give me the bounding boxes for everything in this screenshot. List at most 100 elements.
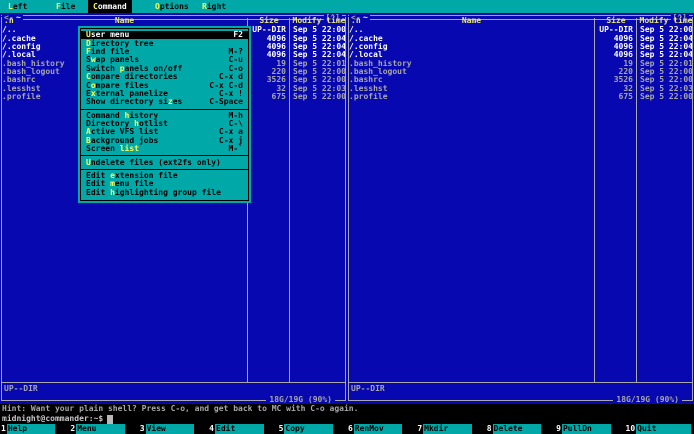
hotkey-letter: z [167,97,173,107]
file-size: 4096 [613,50,633,60]
fkey-label: View [145,424,195,434]
menu-item-show-directory-sizes[interactable]: Show directory sizes C-Space [81,98,248,106]
fkey-6-renmov[interactable]: 6 RenMov [346,424,416,434]
fkey-3-view[interactable]: 3 View [138,424,208,434]
file-row[interactable]: .bash_history 19 Sep 5 22:01 [349,59,692,67]
menubar-item-left[interactable]: Left [3,0,32,13]
file-mtime: Sep 5 22:00 [293,92,345,101]
hotkey-letter: O [155,1,160,11]
file-mtime: Sep 5 22:00 [640,92,692,101]
menubar-item-command[interactable]: Command [88,0,132,13]
file-mtime: Sep 5 22:00 [640,67,692,76]
menu-item-screen-list[interactable]: Screen list M-` [81,145,248,153]
fkey-number: 3 [138,424,146,434]
ministatus: UP--DIR [4,384,38,393]
menu-separator [81,155,248,157]
menu-item-undelete-files-ext2fs-only[interactable]: Undelete files (ext2fs only) [81,158,248,166]
file-mtime: Sep 5 22:00 [640,26,692,35]
fkey-number: 5 [277,424,285,434]
file-row[interactable]: /.local 4096 Sep 5 22:04 [349,51,692,59]
file-name: .bash_history [349,59,412,68]
file-name: /.cache [349,34,383,43]
column-header-name[interactable]: Name [2,17,247,25]
fkey-number: 9 [555,424,562,434]
column-header-size[interactable]: Size [248,17,290,25]
column-header-mtime[interactable]: Modify time [638,17,694,25]
file-mtime: Sep 5 22:01 [293,59,345,68]
fkey-label: Menu [76,424,125,434]
fkey-number: 1 [0,424,7,434]
fkey-8-delete[interactable]: 8 Delete [485,424,555,434]
column-header-size[interactable]: Size [595,17,637,25]
fkey-5-copy[interactable]: 5 Copy [277,424,347,434]
fkey-number: 6 [346,424,354,434]
file-mtime: Sep 5 22:04 [293,51,345,60]
file-row[interactable]: .bash_logout 220 Sep 5 22:00 [349,67,692,76]
file-row[interactable]: .bashrc 3526 Sep 5 22:00 [349,76,692,84]
file-row[interactable]: /.config 4096 Sep 5 22:04 [349,42,692,51]
fkey-9-pulldn[interactable]: 9 PullDn [555,424,624,434]
file-row[interactable]: /.. UP--DIR Sep 5 22:00 [349,26,692,34]
file-row[interactable]: .lesshst 32 Sep 5 22:03 [349,84,692,92]
fkey-4-edit[interactable]: 4 Edit [208,424,277,434]
file-mtime: Sep 5 22:00 [640,76,692,85]
function-key-bar: 1 Help 2 Menu 3 View 4 Edit 5 Copy 6 RenMov 7 Mkdir 8 D… [0,424,694,434]
free-space-indicator: 18G/19G (90%) [266,396,335,404]
fkey-1-help[interactable]: 1 Help [0,424,69,434]
file-mtime: Sep 5 22:00 [293,76,345,85]
fkey-label: Copy [284,424,333,434]
fkey-number: 10 [624,424,637,434]
fkey-10-quit[interactable]: 10 Quit [624,424,694,434]
menu-shortcut: F2 [233,30,243,40]
fkey-number: 4 [208,424,215,434]
hotkey-letter: w [90,55,96,65]
shell-prompt: midnight@commander:~$ [2,414,104,423]
file-name: /.config [349,42,388,51]
menu-separator [81,108,248,110]
fkey-7-mkdir[interactable]: 7 Mkdir [416,424,485,434]
file-mtime: Sep 5 22:03 [640,84,692,93]
fkey-number: 2 [69,424,77,434]
command-dropdown-menu: User menu F2 Directory tree Find file M-? Swa… [78,26,251,204]
file-name: .bashrc [349,76,383,85]
file-size: UP--DIR [252,25,286,35]
menubar-item-file[interactable]: File [51,0,80,13]
file-row[interactable]: /.cache 4096 Sep 5 22:04 [349,34,692,42]
fkey-number: 7 [416,424,424,434]
menu-shortcut: C-x d [218,72,243,82]
file-size: UP--DIR [599,25,633,35]
sort-indicator: .n [4,16,14,25]
menu-item-edit-highlighting-group-file[interactable]: Edit highlighting group file [81,188,248,197]
fkey-label: PullDn [561,424,611,434]
menu-bar: Left File Command Options Right [0,0,694,13]
file-size: 675 [618,91,633,101]
hotkey-letter: list [119,144,139,154]
file-name: .lesshst [349,84,388,93]
ministatus: UP--DIR [351,384,385,393]
hint-line: Hint: Want your plain shell? Press C-o, … [0,404,694,414]
file-name: .profile [349,92,388,101]
file-size: 675 [271,91,286,101]
free-space-indicator: 18G/19G (90%) [613,396,682,404]
column-header-name[interactable]: Name [349,17,594,25]
file-mtime: Sep 5 22:04 [293,42,345,51]
menubar-item-options[interactable]: Options [150,0,194,13]
text-cursor [107,414,114,424]
file-list: /.. UP--DIR Sep 5 22:00/.cache 4096 Sep 5 22… [349,26,692,101]
menubar-item-right[interactable]: Right [197,0,231,13]
fkey-label: Mkdir [423,424,472,434]
hotkey-letter: F [56,1,61,11]
sort-indicator: .n [351,16,361,25]
menu-separator [81,168,248,170]
fkey-number: 8 [485,424,493,434]
menu-shortcut: C-Space [209,97,243,107]
file-name: .bash_logout [349,67,407,76]
panels-area: <- ~ [^] Name .n Size Modify time /.. UP-… [0,13,694,404]
column-header-mtime[interactable]: Modify time [291,17,347,25]
file-mtime: Sep 5 22:04 [640,51,692,60]
command-input[interactable]: midnight@commander:~$ [0,414,694,424]
file-panel-right: <- ~ [^] Name .n Size Modify time /.. UP-… [347,13,694,404]
fkey-2-menu[interactable]: 2 Menu [69,424,138,434]
file-row[interactable]: .profile 675 Sep 5 22:00 [349,91,692,101]
ministatus-separator [1,382,346,383]
